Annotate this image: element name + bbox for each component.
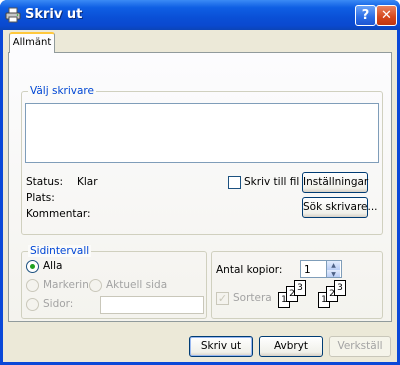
- selection-radio: [26, 279, 39, 292]
- pages-input: [100, 296, 204, 314]
- help-button[interactable]: ?: [355, 5, 376, 26]
- print-dialog-window: Skriv ut ? ✕ Allmänt Välj skrivare Statu…: [0, 0, 400, 365]
- spin-down-icon[interactable]: ▼: [327, 270, 340, 278]
- dialog-client-area: Allmänt Välj skrivare Status: Klar Plats…: [3, 30, 397, 362]
- print-to-file-checkbox[interactable]: [228, 176, 241, 189]
- copies-count-label: Antal kopior:: [216, 264, 283, 276]
- pages-radio: [26, 298, 39, 311]
- find-printer-button[interactable]: Sök skrivare...: [302, 197, 378, 218]
- settings-button[interactable]: Inställningar: [302, 172, 368, 193]
- print-to-file-label[interactable]: Skriv till fil: [244, 176, 299, 188]
- pages-label: Sidor:: [43, 298, 74, 310]
- close-button[interactable]: ✕: [376, 5, 397, 26]
- location-label: Plats:: [26, 192, 55, 204]
- spin-up-icon[interactable]: ▲: [327, 261, 340, 270]
- status-label: Status:: [26, 176, 63, 188]
- apply-button: Verkställ: [329, 336, 391, 357]
- printer-icon: [5, 7, 21, 23]
- copies-group: Antal kopior: 1 ▲ ▼ ✓ Sortera 1 2 3 1 2 …: [211, 251, 383, 319]
- tab-general[interactable]: Allmänt: [9, 32, 55, 53]
- copies-spinner[interactable]: ▲ ▼: [326, 261, 340, 278]
- current-page-radio: [89, 279, 102, 292]
- printer-list[interactable]: [25, 103, 379, 163]
- all-pages-label[interactable]: Alla: [43, 260, 62, 272]
- status-value: Klar: [77, 176, 98, 188]
- collate-label: Sortera: [233, 292, 272, 304]
- current-page-label: Aktuell sida: [106, 279, 168, 291]
- selection-label: Markering: [43, 279, 96, 291]
- page-range-group: Sidintervall Alla Markering Aktuell sida…: [21, 245, 207, 319]
- comment-label: Kommentar:: [26, 208, 91, 220]
- print-button[interactable]: Skriv ut: [189, 336, 253, 357]
- tab-page-general: Välj skrivare Status: Klar Plats: Kommen…: [8, 52, 392, 322]
- printer-group: Välj skrivare Status: Klar Plats: Kommen…: [21, 85, 383, 235]
- page-range-legend: Sidintervall: [28, 245, 92, 257]
- title-bar[interactable]: Skriv ut ? ✕: [0, 0, 400, 30]
- collate-icon: 1 2 3 1 2 3: [278, 280, 374, 320]
- collate-checkbox: ✓: [216, 292, 229, 305]
- all-pages-radio[interactable]: [26, 260, 39, 273]
- printer-group-legend: Välj skrivare: [28, 85, 96, 97]
- window-title: Skriv ut: [25, 7, 83, 22]
- cancel-button[interactable]: Avbryt: [259, 336, 323, 357]
